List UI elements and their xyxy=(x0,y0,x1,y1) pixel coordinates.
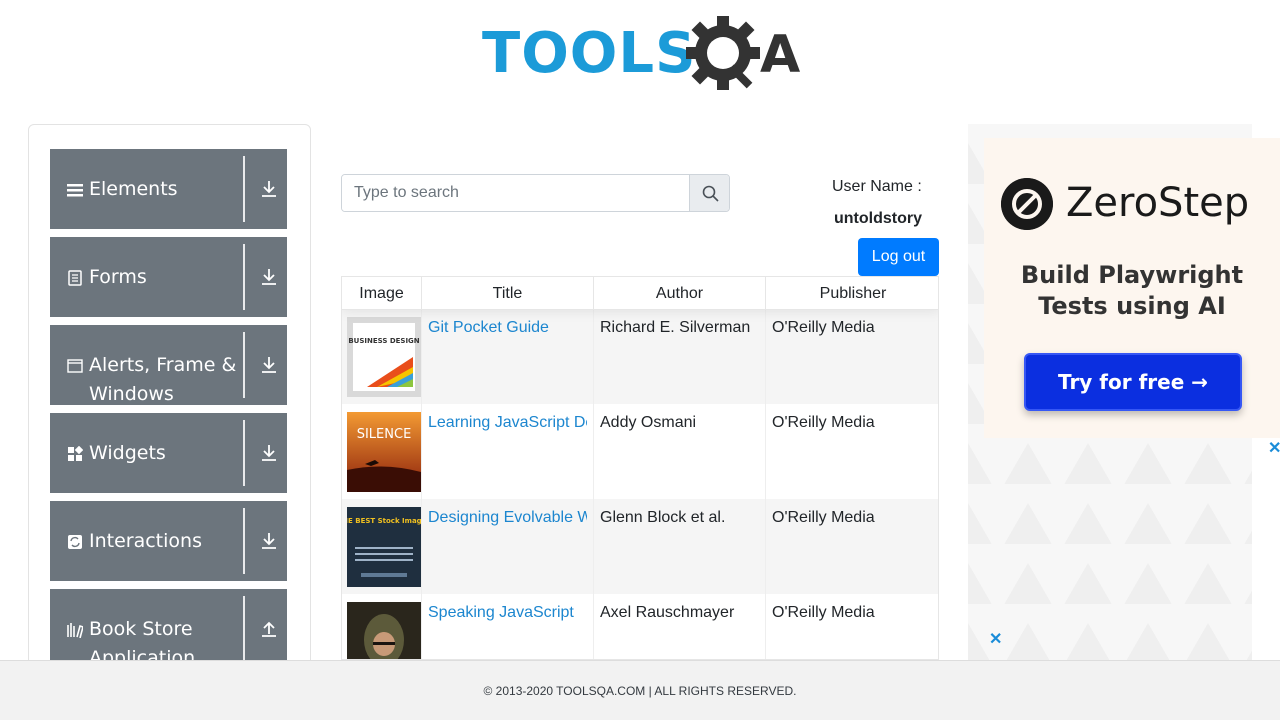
ad-tagline: Build Playwright Tests using AI xyxy=(984,260,1280,322)
search-button[interactable] xyxy=(689,175,729,211)
window-icon xyxy=(67,359,83,373)
sidebar-group-elements[interactable]: Elements xyxy=(50,149,287,229)
ad-tagline-line-2: Tests using AI xyxy=(1038,292,1226,320)
image-cell: THE BEST Stock Images xyxy=(342,499,422,594)
author-cell: Axel Rauschmayer xyxy=(594,594,766,659)
footer: © 2013-2020 TOOLSQA.COM | ALL RIGHTS RES… xyxy=(0,660,1280,720)
ad-tagline-line-1: Build Playwright xyxy=(1020,261,1244,289)
download-arrow-icon[interactable] xyxy=(259,531,279,551)
ad-cta-button[interactable]: Try for free → xyxy=(1024,353,1242,411)
search-icon xyxy=(702,185,719,202)
books-icon xyxy=(67,623,83,638)
book-cover-image xyxy=(347,602,421,659)
sidebar-group-widgets[interactable]: Widgets xyxy=(50,413,287,493)
title-cell: Git Pocket Guide xyxy=(422,309,594,404)
widgets-icon xyxy=(68,446,83,461)
divider xyxy=(243,508,245,574)
divider xyxy=(243,596,245,662)
books-table: Image Title Author Publisher BUSINESS DE… xyxy=(341,276,939,660)
user-name-value: untoldstory xyxy=(834,210,922,227)
book-cover-image: BUSINESS DESIGN xyxy=(347,317,421,397)
sidebar-group-label: Elements xyxy=(89,178,178,200)
divider xyxy=(243,156,245,222)
download-arrow-icon[interactable] xyxy=(259,267,279,287)
author-cell: Richard E. Silverman xyxy=(594,309,766,404)
cover-text: BUSINESS DESIGN xyxy=(348,337,419,345)
column-header-title[interactable]: Title xyxy=(422,277,594,309)
cover-text: SILENCE xyxy=(357,427,412,442)
form-icon xyxy=(68,270,82,286)
book-title-link[interactable]: Speaking JavaScript xyxy=(428,604,587,622)
upload-arrow-icon[interactable] xyxy=(259,619,279,639)
book-cover-image: THE BEST Stock Images xyxy=(347,507,421,587)
interactions-icon xyxy=(68,535,82,549)
book-cover-image: SILENCE xyxy=(347,412,421,492)
logo-text-a: A xyxy=(760,25,800,85)
sidebar-group-label: Widgets xyxy=(89,442,166,464)
table-row: BUSINESS DESIGN Git Pocket Guide Richard… xyxy=(342,309,938,404)
divider xyxy=(243,420,245,486)
logo-text-tools: TOOLS xyxy=(482,21,697,86)
publisher-cell: O'Reilly Media xyxy=(772,509,875,526)
publisher-cell: O'Reilly Media xyxy=(772,414,875,431)
sidebar-group-forms[interactable]: Forms xyxy=(50,237,287,317)
download-arrow-icon[interactable] xyxy=(259,355,279,375)
user-name-label: User Name : xyxy=(832,178,922,195)
toolsqa-logo[interactable]: TOOLS A xyxy=(480,14,806,92)
logout-button[interactable]: Log out xyxy=(858,238,939,276)
publisher-cell: O'Reilly Media xyxy=(772,319,875,336)
sidebar-group-interactions[interactable]: Interactions xyxy=(50,501,287,581)
zerostep-logo-icon xyxy=(1001,178,1053,230)
ad-banner[interactable]: ZeroStep Build Playwright Tests using AI… xyxy=(984,138,1280,438)
divider xyxy=(243,332,245,398)
logo-gear-q-icon: A xyxy=(686,16,800,90)
image-cell: SILENCE xyxy=(342,404,422,499)
image-cell: BUSINESS DESIGN xyxy=(342,309,422,404)
title-cell: Learning JavaScript Design Patterns xyxy=(422,404,594,499)
column-header-author[interactable]: Author xyxy=(594,277,766,309)
cover-text: THE BEST Stock Images xyxy=(347,517,421,525)
book-title-link[interactable]: Git Pocket Guide xyxy=(428,319,587,337)
download-arrow-icon[interactable] xyxy=(259,179,279,199)
sidebar-group-alerts[interactable]: Alerts, Frame & Windows xyxy=(50,325,287,405)
table-row: SILENCE Learning JavaScript Design Patte… xyxy=(342,404,938,499)
table-header: Image Title Author Publisher xyxy=(342,277,938,310)
publisher-cell: O'Reilly Media xyxy=(772,604,875,621)
book-title-link[interactable]: Designing Evolvable Web APIs with ASP.NE… xyxy=(428,509,587,527)
column-header-image[interactable]: Image xyxy=(342,277,422,309)
hamburger-icon xyxy=(67,184,83,197)
table-row: Speaking JavaScript Axel Rauschmayer O'R… xyxy=(342,594,938,659)
footer-copyright: © 2013-2020 TOOLSQA.COM | ALL RIGHTS RES… xyxy=(483,684,797,698)
sidebar-group-label: Alerts, Frame & Windows xyxy=(89,354,237,405)
author-cell: Addy Osmani xyxy=(594,404,766,499)
ad-close-icon[interactable]: ✕ xyxy=(1268,438,1280,458)
search-box xyxy=(341,174,730,212)
title-cell: Speaking JavaScript xyxy=(422,594,594,659)
divider xyxy=(243,244,245,310)
sidebar-group-book-store[interactable]: Book Store Application xyxy=(50,589,287,669)
download-arrow-icon[interactable] xyxy=(259,443,279,463)
column-header-publisher[interactable]: Publisher xyxy=(766,277,938,309)
ad-brand-name: ZeroStep xyxy=(1066,180,1250,226)
ad-close-icon[interactable]: ✕ xyxy=(989,629,1002,649)
sidebar: Elements Forms Alerts, Frame & Windows W… xyxy=(28,124,311,684)
table-row: THE BEST Stock Images Designing Evolvabl… xyxy=(342,499,938,594)
author-cell: Glenn Block et al. xyxy=(594,499,766,594)
book-title-link[interactable]: Learning JavaScript Design Patterns xyxy=(428,414,587,432)
title-cell: Designing Evolvable Web APIs with ASP.NE… xyxy=(422,499,594,594)
sidebar-group-label: Interactions xyxy=(89,530,202,552)
sidebar-group-label: Forms xyxy=(89,266,147,288)
search-input[interactable] xyxy=(342,175,689,211)
image-cell xyxy=(342,594,422,659)
